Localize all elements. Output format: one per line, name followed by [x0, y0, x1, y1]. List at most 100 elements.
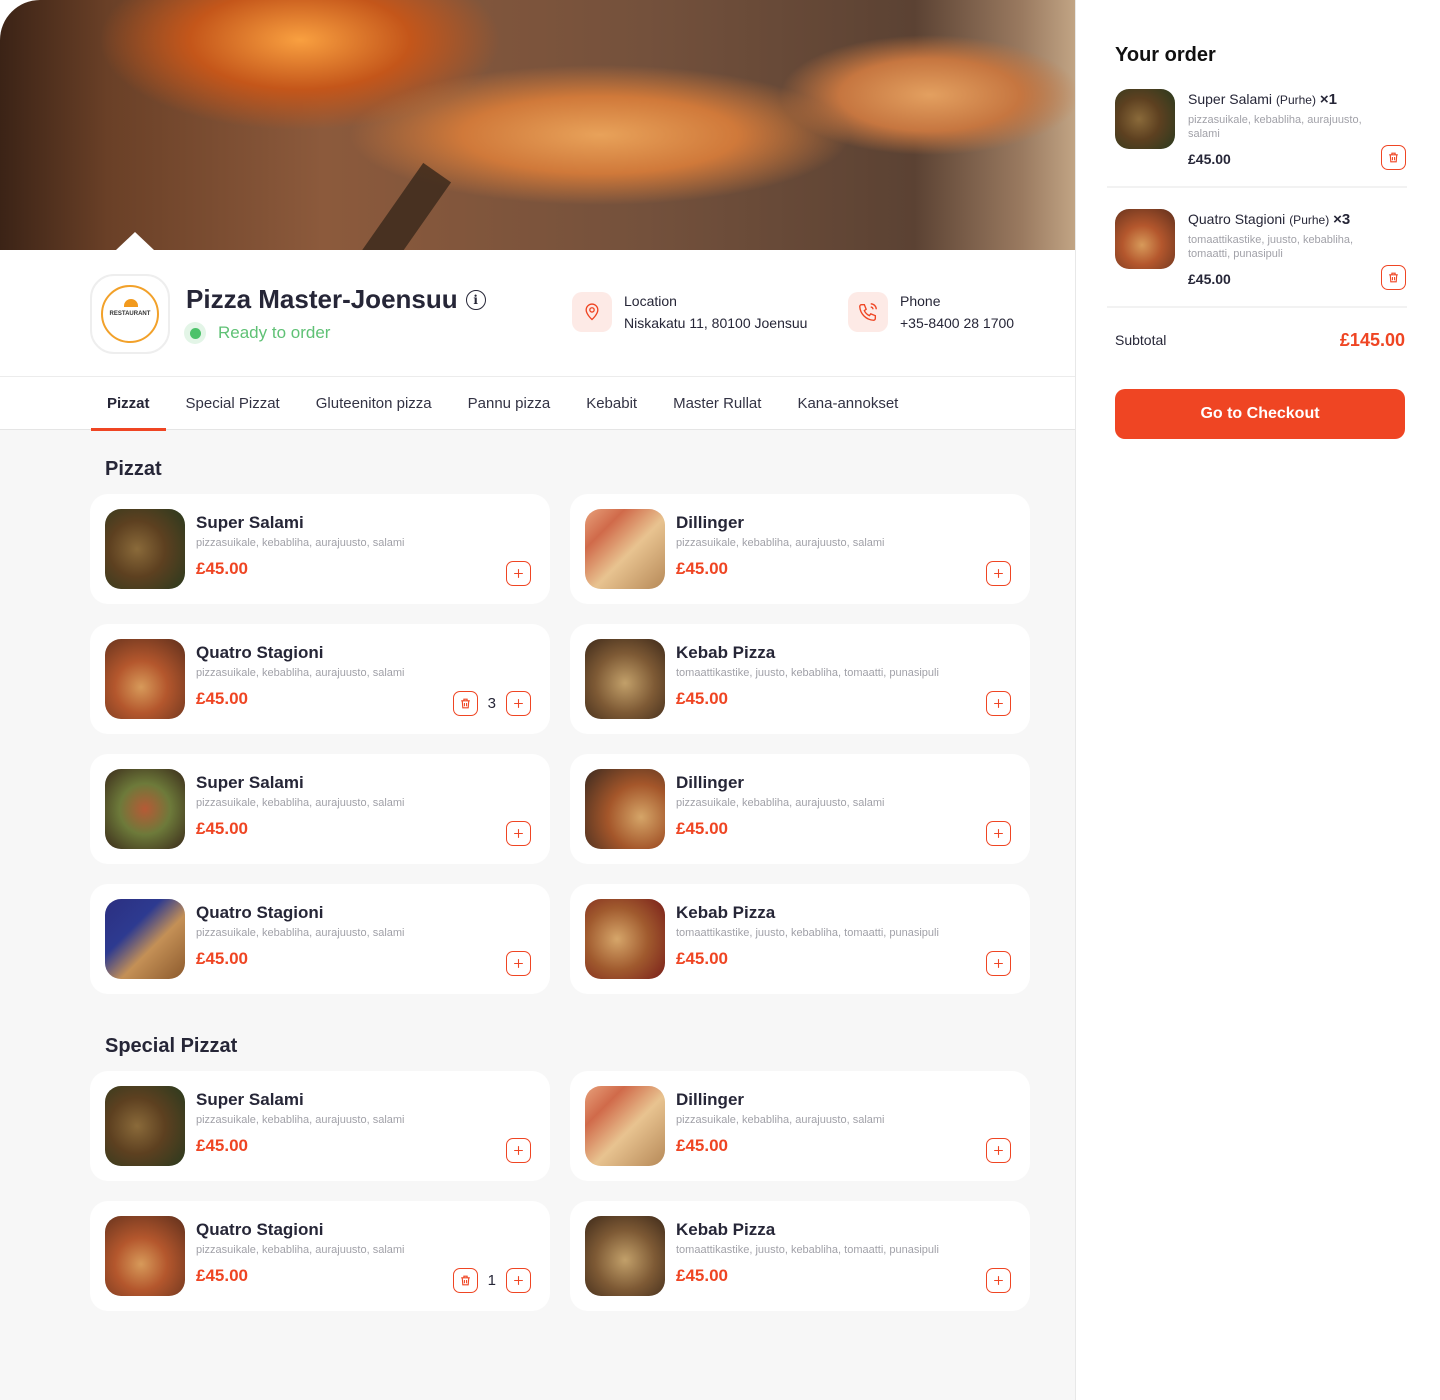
menu-item-actions: [986, 951, 1011, 976]
menu-item-desc: pizzasuikale, kebabliha, aurajuusto, sal…: [196, 797, 405, 809]
menu-item-actions: [506, 821, 531, 846]
menu-item-card[interactable]: Kebab Pizza tomaattikastike, juusto, keba…: [570, 1201, 1030, 1311]
plus-icon: [514, 959, 523, 968]
menu-item-card[interactable]: Kebab Pizza tomaattikastike, juusto, keba…: [570, 624, 1030, 734]
menu-item-desc: tomaattikastike, juusto, kebabliha, toma…: [676, 927, 939, 939]
menu-item-card[interactable]: Super Salami pizzasuikale, kebabliha, aur…: [90, 1071, 550, 1181]
plus-icon: [994, 699, 1003, 708]
menu-item-actions: [986, 1268, 1011, 1293]
tab-gluteeniton-pizza[interactable]: Gluteeniton pizza: [300, 377, 448, 430]
status-text: Ready to order: [218, 323, 331, 342]
item-quantity: 1: [487, 1272, 496, 1289]
menu-item-name: Kebab Pizza: [676, 903, 776, 922]
tab-special-pizzat[interactable]: Special Pizzat: [170, 377, 296, 430]
order-item-name: Quatro Stagioni (Purhe) ×3: [1188, 211, 1350, 228]
add-item-button[interactable]: [506, 1268, 531, 1293]
menu-item-price: £45.00: [196, 559, 248, 578]
order-title: Your order: [1115, 44, 1216, 66]
tab-pannu-pizza[interactable]: Pannu pizza: [452, 377, 567, 430]
menu-item-image: [105, 769, 185, 849]
tab-master-rullat[interactable]: Master Rullat: [657, 377, 777, 430]
menu-item-price: £45.00: [676, 1136, 728, 1155]
order-item-price: £45.00: [1188, 151, 1231, 167]
remove-order-item-button[interactable]: [1381, 145, 1406, 170]
menu-item-desc: pizzasuikale, kebabliha, aurajuusto, sal…: [196, 1244, 405, 1256]
plus-icon: [994, 829, 1003, 838]
menu-item-actions: [506, 951, 531, 976]
add-item-button[interactable]: [986, 821, 1011, 846]
menu-item-card[interactable]: Quatro Stagioni pizzasuikale, kebabliha, …: [90, 884, 550, 994]
plus-icon: [994, 569, 1003, 578]
menu-item-image: [585, 899, 665, 979]
menu-item-actions: [986, 691, 1011, 716]
restaurant-main-panel: RESTAURANT Pizza Master-Joensuu i Ready …: [0, 0, 1076, 1400]
tab-pizzat[interactable]: Pizzat: [91, 377, 166, 431]
menu-item-desc: pizzasuikale, kebabliha, aurajuusto, sal…: [676, 1114, 885, 1126]
menu-item-actions: [986, 821, 1011, 846]
menu-item-image: [585, 1216, 665, 1296]
add-item-button[interactable]: [986, 1138, 1011, 1163]
phone-icon: [848, 292, 888, 332]
menu-item-desc: tomaattikastike, juusto, kebabliha, toma…: [676, 667, 939, 679]
trash-icon: [460, 1275, 470, 1286]
status-badge: Ready to order: [184, 322, 330, 344]
location-pin-icon: [572, 292, 612, 332]
cloche-icon: [124, 299, 138, 307]
add-item-button[interactable]: [506, 951, 531, 976]
phone-value[interactable]: +35-8400 28 1700: [900, 315, 1014, 331]
menu-item-card[interactable]: Super Salami pizzasuikale, kebabliha, aur…: [90, 754, 550, 864]
menu-item-body: Quatro Stagioni pizzasuikale, kebabliha, …: [196, 639, 535, 719]
plus-icon: [514, 1276, 523, 1285]
add-item-button[interactable]: [506, 691, 531, 716]
checkout-button[interactable]: Go to Checkout: [1115, 389, 1405, 439]
add-item-button[interactable]: [986, 561, 1011, 586]
restaurant-name: Pizza Master-Joensuu: [186, 284, 458, 314]
add-item-button[interactable]: [506, 1138, 531, 1163]
menu-item-card[interactable]: Dillinger pizzasuikale, kebabliha, auraju…: [570, 754, 1030, 864]
trash-icon: [460, 698, 470, 709]
menu-item-card[interactable]: Quatro Stagioni pizzasuikale, kebabliha, …: [90, 1201, 550, 1311]
logo-text: RESTAURANT: [109, 311, 151, 317]
plus-icon: [514, 699, 523, 708]
order-item-image: [1115, 89, 1175, 149]
add-item-button[interactable]: [986, 691, 1011, 716]
plus-icon: [514, 829, 523, 838]
order-sidebar: Your order Super Salami (Purhe) ×1 pizza…: [1077, 0, 1440, 1400]
add-item-button[interactable]: [506, 821, 531, 846]
phone-label: Phone: [900, 293, 941, 309]
menu-item-card[interactable]: Quatro Stagioni pizzasuikale, kebabliha, …: [90, 624, 550, 734]
add-item-button[interactable]: [506, 561, 531, 586]
trash-icon: [1389, 152, 1398, 163]
tab-kana-annokset[interactable]: Kana-annokset: [781, 377, 914, 430]
menu-item-desc: pizzasuikale, kebabliha, aurajuusto, sal…: [676, 537, 885, 549]
remove-order-item-button[interactable]: [1381, 265, 1406, 290]
menu-item-name: Kebab Pizza: [676, 1220, 776, 1239]
menu-item-price: £45.00: [676, 559, 728, 578]
menu-item-actions: 3: [452, 691, 531, 716]
remove-item-button[interactable]: [452, 691, 478, 716]
menu-item-card[interactable]: Kebab Pizza tomaattikastike, juusto, keba…: [570, 884, 1030, 994]
menu-item-desc: pizzasuikale, kebabliha, aurajuusto, sal…: [196, 667, 405, 679]
add-item-button[interactable]: [986, 1268, 1011, 1293]
info-icon[interactable]: i: [465, 289, 486, 310]
remove-item-button[interactable]: [452, 1268, 478, 1293]
menu-item-body: Quatro Stagioni pizzasuikale, kebabliha, …: [196, 1216, 535, 1296]
menu-item-body: Kebab Pizza tomaattikastike, juusto, keba…: [676, 1216, 1015, 1296]
menu-item-actions: [986, 561, 1011, 586]
subtotal-label: Subtotal: [1115, 332, 1167, 348]
tab-kebabit[interactable]: Kebabit: [570, 377, 653, 430]
menu-item-image: [105, 639, 185, 719]
menu-item-card[interactable]: Super Salami pizzasuikale, kebabliha, aur…: [90, 494, 550, 604]
menu-item-body: Kebab Pizza tomaattikastike, juusto, keba…: [676, 639, 1015, 719]
menu-item-card[interactable]: Dillinger pizzasuikale, kebabliha, auraju…: [570, 1071, 1030, 1181]
menu-item-image: [105, 1216, 185, 1296]
phone-info: Phone +35-8400 28 1700: [848, 292, 1014, 332]
menu-item-card[interactable]: Dillinger pizzasuikale, kebabliha, auraju…: [570, 494, 1030, 604]
menu-item-image: [105, 509, 185, 589]
menu-item-price: £45.00: [676, 949, 728, 968]
menu-item-body: Dillinger pizzasuikale, kebabliha, auraju…: [676, 509, 1015, 589]
logo-ring-icon: RESTAURANT: [101, 285, 159, 343]
menu-item-actions: [506, 1138, 531, 1163]
add-item-button[interactable]: [986, 951, 1011, 976]
order-item-variant: (Purhe): [1275, 93, 1316, 107]
